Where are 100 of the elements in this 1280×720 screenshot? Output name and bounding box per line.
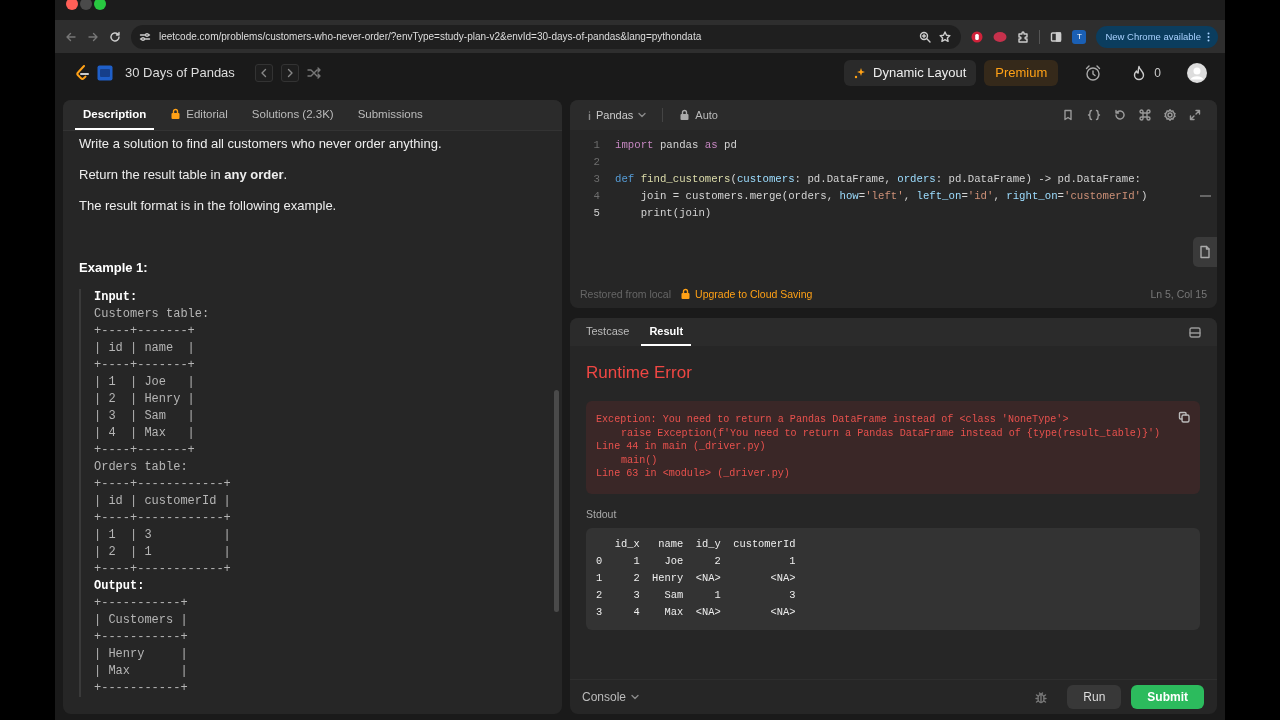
stdout-label: Stdout — [586, 507, 618, 520]
code-line: def find_customers(customers: pd.DataFrame, orders: pd.DataFrame) -> pd.DataFrame: — [615, 172, 1141, 185]
chevron-right-icon — [285, 67, 294, 78]
error-line: main() — [620, 453, 658, 467]
example-line: +-----------+ — [94, 595, 188, 612]
code-line: print(join) — [639, 206, 712, 219]
dynamic-layout-button[interactable]: Dynamic Layout — [844, 59, 977, 86]
next-button[interactable] — [280, 63, 299, 82]
course-title[interactable]: 30 Days of Pandas — [125, 65, 235, 80]
error-line: Exception: You need to return a Pandas DataFrame instead of <class 'NoneType'> — [596, 413, 1069, 427]
sidebar-icon[interactable] — [1050, 30, 1063, 43]
notes-button[interactable] — [1193, 237, 1217, 267]
line-number: 3 — [592, 172, 600, 185]
address-bar[interactable]: leetcode.com/problems/customers-who-never-order/?envType=study-plan-v2&envId=30-days-of-pandas&lang=pythondata — [131, 24, 962, 49]
example-line: | Henry | — [94, 646, 188, 663]
tab[interactable]: Result — [641, 318, 692, 346]
run-button[interactable]: Run — [1067, 685, 1122, 709]
stdout-line: 3 4 Max <NA> <NA> — [596, 604, 796, 620]
error-line: raise Exception(f'You need to return a Pandas DataFrame instead of {type(result_table)}') — [620, 426, 1161, 440]
line-number: 2 — [592, 155, 600, 168]
upgrade-link[interactable]: Upgrade to Cloud Saving — [680, 288, 813, 300]
lock-icon — [170, 108, 182, 120]
tab[interactable]: Testcase — [578, 318, 638, 346]
description-text: Return the result table in any order. — [79, 166, 289, 184]
code-line: join = customers.merge(orders, how='left', left_on='id', right_on='customerId') — [639, 189, 1148, 202]
scrollbar[interactable] — [554, 390, 559, 612]
example-heading: Input: — [94, 289, 138, 306]
bug-icon[interactable] — [1035, 690, 1048, 704]
tab[interactable]: Editorial — [162, 100, 236, 130]
copy-icon[interactable] — [1178, 411, 1190, 423]
example-line: +----+------------+ — [94, 510, 231, 527]
settings-icon[interactable] — [1164, 109, 1176, 121]
premium-button[interactable]: Premium — [984, 59, 1059, 86]
example-line: +----+------------+ — [94, 561, 231, 578]
reload-icon[interactable] — [109, 30, 121, 43]
extension-icon[interactable] — [971, 30, 984, 43]
course-icon — [97, 64, 113, 81]
sparkle-icon — [854, 66, 867, 79]
shuffle-icon[interactable] — [306, 66, 321, 79]
example-line: +-----------+ — [94, 629, 188, 646]
example-line: Customers table: — [94, 306, 210, 323]
minimap-marker — [1200, 195, 1211, 197]
reset-icon[interactable] — [1114, 109, 1126, 121]
flame-icon[interactable] — [1132, 64, 1147, 81]
zoom-icon[interactable] — [919, 30, 932, 43]
star-icon[interactable] — [939, 30, 952, 43]
stdout-line: 2 3 Sam 1 3 — [596, 587, 796, 603]
braces-icon[interactable] — [1087, 109, 1101, 121]
example-line: +----+-------+ — [94, 442, 195, 459]
line-number: 4 — [592, 189, 600, 202]
bookmark-icon[interactable] — [1062, 109, 1074, 121]
tab[interactable]: Description — [75, 100, 155, 130]
console-button[interactable]: Console — [582, 690, 640, 704]
site-settings-icon[interactable] — [139, 30, 151, 43]
language-selector[interactable]: Pandas — [584, 107, 651, 123]
lock-icon — [680, 288, 692, 300]
stdout-line: id_x name id_y customerId — [613, 536, 796, 552]
lock-icon — [679, 109, 691, 121]
example-heading: Output: — [94, 578, 145, 595]
layout-icon[interactable] — [1189, 326, 1201, 338]
description-text: The result format is in the following example. — [79, 197, 338, 215]
back-icon[interactable] — [65, 30, 77, 43]
error-title: Runtime Error — [586, 363, 693, 383]
cursor-position: Ln 5, Col 15 — [1150, 288, 1207, 300]
example-line: | Customers | — [94, 612, 188, 629]
error-line: Line 44 in main (_driver.py) — [596, 440, 766, 454]
chevron-down-icon — [631, 694, 640, 700]
more-icon[interactable] — [1207, 31, 1210, 42]
tab[interactable]: Solutions (2.3K) — [243, 100, 342, 130]
update-button[interactable]: New Chrome available — [1096, 25, 1218, 48]
alarm-icon[interactable] — [1084, 63, 1103, 82]
forward-icon[interactable] — [87, 30, 99, 43]
example-line: Orders table: — [94, 459, 188, 476]
example-line: | 2 | Henry | — [94, 391, 195, 408]
example-title: Example 1: — [79, 259, 149, 277]
profile-button[interactable]: T — [1072, 29, 1087, 44]
previous-button[interactable] — [254, 63, 273, 82]
logo-icon[interactable] — [75, 64, 89, 81]
avatar-icon[interactable] — [1187, 62, 1207, 83]
code-line: import pandas as pd — [615, 138, 737, 151]
file-icon — [1199, 245, 1211, 259]
example-line: | 1 | Joe | — [94, 374, 195, 391]
chevron-down-icon — [638, 112, 647, 118]
example-line: | 2 | 1 | — [94, 544, 231, 561]
example-line: | id | name | — [94, 340, 195, 357]
info-icon — [588, 110, 591, 120]
example-line: | 1 | 3 | — [94, 527, 231, 544]
example-line: +----+-------+ — [94, 357, 195, 374]
puzzle-icon[interactable] — [1017, 30, 1030, 43]
tab[interactable]: Submissions — [349, 100, 431, 130]
maximize-window-button[interactable] — [94, 0, 106, 10]
streak-count: 0 — [1154, 65, 1161, 80]
mode-selector[interactable]: Auto — [675, 107, 722, 123]
save-status: Restored from local — [580, 288, 672, 300]
example-line: | id | customerId | — [94, 493, 231, 510]
example-line: +----+------------+ — [94, 476, 231, 493]
expand-icon[interactable] — [1189, 109, 1201, 121]
close-window-button[interactable] — [66, 0, 78, 10]
chevron-left-icon — [259, 67, 268, 78]
command-icon[interactable] — [1139, 109, 1151, 121]
